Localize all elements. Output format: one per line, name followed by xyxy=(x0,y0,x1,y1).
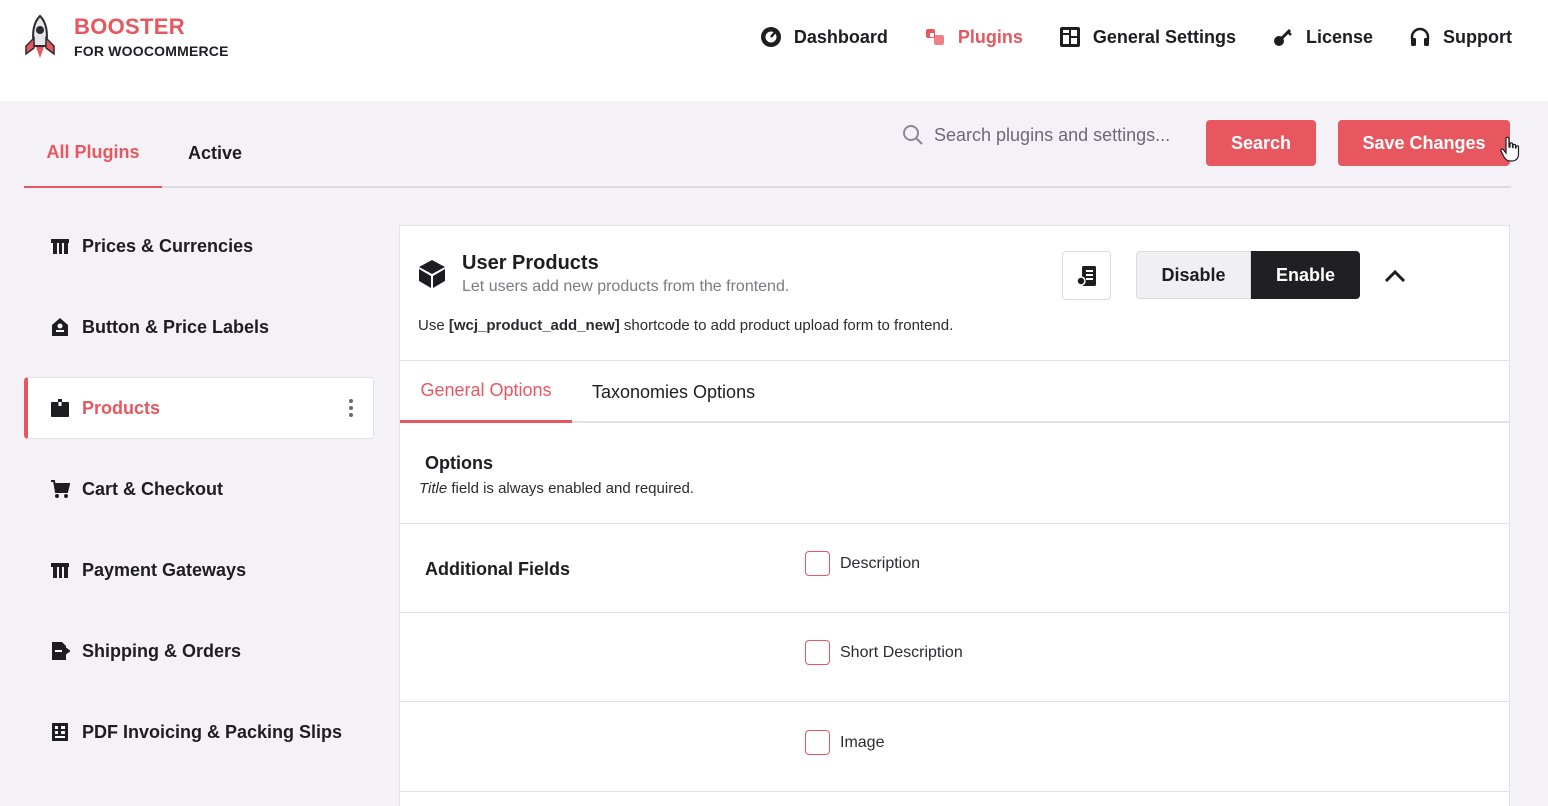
shipping-icon xyxy=(52,642,70,660)
dashboard-icon xyxy=(760,27,781,47)
tab-general-options[interactable]: General Options xyxy=(400,361,572,423)
field-row: Image xyxy=(400,703,1509,792)
sidebar-item-payment-gateways[interactable]: Payment Gateways xyxy=(24,539,374,601)
note-prefix: Use xyxy=(418,317,445,334)
module-description: Let users add new products from the fron… xyxy=(462,278,790,295)
pointer-cursor-icon xyxy=(1500,136,1520,162)
options-subtitle: Title field is always enabled and requir… xyxy=(419,480,694,497)
nav-general-settings[interactable]: General Settings xyxy=(1059,26,1236,48)
search-box xyxy=(902,124,1194,146)
search-button[interactable]: Search xyxy=(1206,120,1316,166)
field-image[interactable]: Image xyxy=(805,730,884,755)
field-row: Additional Fields Description xyxy=(400,524,1509,613)
brand-title: BOOSTER xyxy=(74,14,185,39)
label-icon xyxy=(52,318,68,336)
additional-fields-label: Additional Fields xyxy=(425,559,571,579)
module-enable-toggle: Disable Enable xyxy=(1136,251,1360,299)
rocket-icon xyxy=(25,14,55,58)
kebab-menu-icon[interactable] xyxy=(349,398,353,418)
cube-icon xyxy=(419,260,445,288)
description-checkbox[interactable] xyxy=(805,551,830,576)
price-tag-icon xyxy=(51,239,69,254)
tab-active[interactable]: Active xyxy=(188,118,242,188)
nav-license-label: License xyxy=(1305,26,1373,47)
nav-dashboard[interactable]: Dashboard xyxy=(760,26,888,48)
sidebar-item-label: Shipping & Orders xyxy=(82,640,242,661)
checkbox-label: Description xyxy=(840,554,921,572)
options-section: Options Title field is always enabled an… xyxy=(400,423,1509,524)
module-shortcode-note: Use [wcj_product_add_new] shortcode to a… xyxy=(418,317,953,334)
brand-subtitle: FOR WOOCOMMERCE xyxy=(74,43,229,59)
module-title: User Products xyxy=(462,252,599,274)
search-icon xyxy=(903,125,923,145)
field-row: Short Description xyxy=(400,613,1509,702)
document-icon xyxy=(1075,265,1096,286)
module-panel: User Products Let users add new products… xyxy=(399,225,1510,806)
sidebar-item-pdf-invoicing[interactable]: PDF Invoicing & Packing Slips xyxy=(24,701,374,763)
nav-dashboard-label: Dashboard xyxy=(793,26,888,47)
sidebar-item-prices-currencies[interactable]: Prices & Currencies xyxy=(24,215,374,277)
module-header: User Products Let users add new products… xyxy=(400,226,1509,361)
save-changes-button[interactable]: Save Changes xyxy=(1338,120,1510,166)
field-short-description[interactable]: Short Description xyxy=(805,640,963,665)
checkbox-label: Image xyxy=(840,733,885,751)
chevron-up-icon[interactable] xyxy=(1382,266,1408,286)
settings-grid-icon xyxy=(1059,27,1080,47)
invoice-icon xyxy=(52,723,68,741)
top-header: BOOSTER FOR WOOCOMMERCE Dashboard Plugin… xyxy=(0,0,1548,101)
plugin-filter-bar: All Plugins Active Search Save Changes xyxy=(24,118,1511,188)
sidebar-item-label: Cart & Checkout xyxy=(82,478,224,499)
top-navigation: Dashboard Plugins General Settings Licen… xyxy=(760,26,1512,48)
key-icon xyxy=(1273,28,1292,46)
note-suffix: shortcode to add product upload form to … xyxy=(623,317,954,334)
nav-support[interactable]: Support xyxy=(1409,26,1512,48)
checkbox-label: Short Description xyxy=(840,643,963,661)
nav-general-settings-label: General Settings xyxy=(1092,26,1236,47)
nav-plugins[interactable]: Plugins xyxy=(924,26,1023,48)
booster-logo[interactable]: BOOSTER FOR WOOCOMMERCE xyxy=(22,14,229,60)
shortcode-text: [wcj_product_add_new] xyxy=(448,317,620,334)
nav-plugins-label: Plugins xyxy=(957,26,1023,47)
tab-all-plugins[interactable]: All Plugins xyxy=(24,118,162,188)
nav-support-label: Support xyxy=(1443,26,1512,47)
sidebar-item-label: Products xyxy=(82,397,161,418)
documentation-button[interactable] xyxy=(1062,251,1111,300)
options-subtitle-rest: field is always enabled and required. xyxy=(451,480,695,497)
plugins-icon xyxy=(925,29,944,45)
nav-license[interactable]: License xyxy=(1272,26,1373,48)
sidebar-item-shipping-orders[interactable]: Shipping & Orders xyxy=(24,620,374,682)
headphones-icon xyxy=(1410,27,1430,46)
short-description-checkbox[interactable] xyxy=(805,640,830,665)
field-description[interactable]: Description xyxy=(805,551,920,576)
disable-button[interactable]: Disable xyxy=(1136,251,1251,299)
tab-taxonomies-options[interactable]: Taxonomies Options xyxy=(592,361,755,423)
sidebar-item-label: Prices & Currencies xyxy=(82,235,254,256)
box-icon xyxy=(51,399,69,417)
sidebar-item-label: PDF Invoicing & Packing Slips xyxy=(82,721,343,742)
cart-icon xyxy=(51,480,70,498)
sidebar-item-products[interactable]: Products xyxy=(24,377,374,439)
search-input[interactable] xyxy=(934,124,1194,146)
enable-button[interactable]: Enable xyxy=(1251,251,1360,299)
sidebar-item-button-price-labels[interactable]: Button & Price Labels xyxy=(24,296,374,358)
sidebar-item-label: Payment Gateways xyxy=(82,559,247,580)
payment-icon xyxy=(51,563,69,578)
sidebar-item-label: Button & Price Labels xyxy=(82,316,270,337)
sidebar-item-cart-checkout[interactable]: Cart & Checkout xyxy=(24,458,374,520)
module-tabs: General Options Taxonomies Options xyxy=(400,361,1509,423)
options-title: Options xyxy=(425,453,493,473)
image-checkbox[interactable] xyxy=(805,730,830,755)
options-subtitle-italic: Title xyxy=(419,480,448,497)
category-sidebar: Prices & Currencies Button & Price Label… xyxy=(24,215,374,782)
